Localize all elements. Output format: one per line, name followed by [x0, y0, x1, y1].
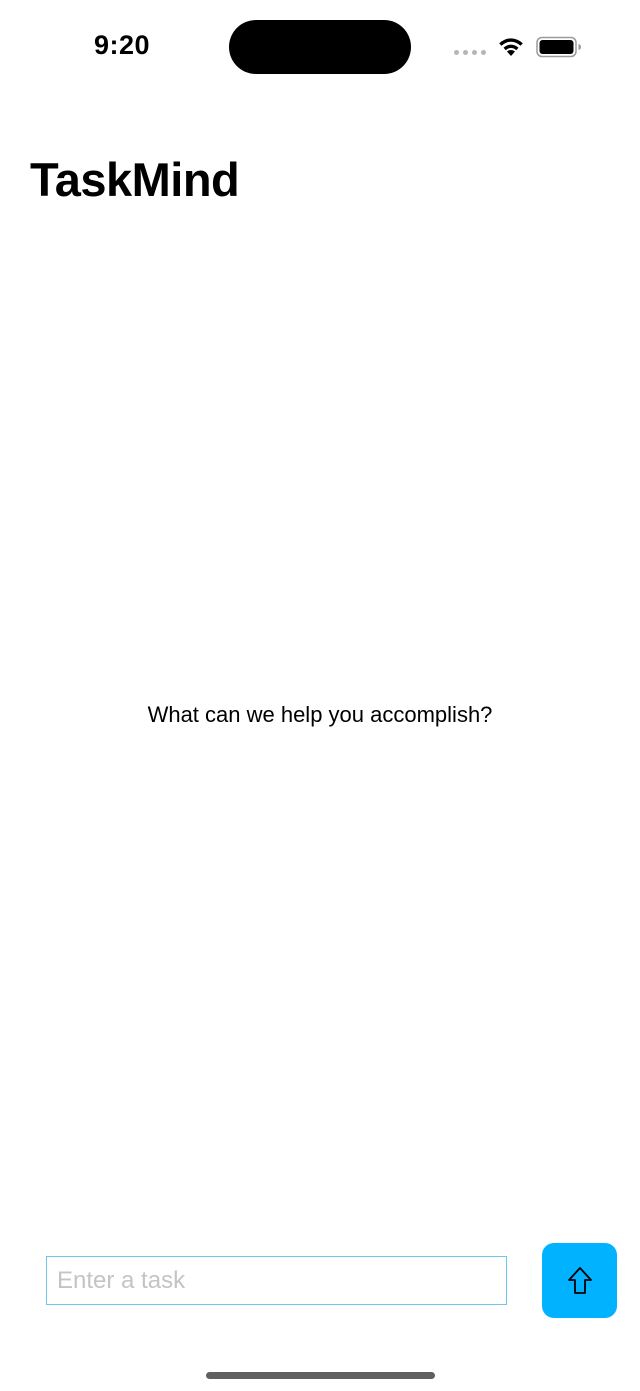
home-indicator[interactable] [206, 1372, 435, 1379]
page-title: TaskMind [30, 153, 240, 206]
empty-state-prompt: What can we help you accomplish? [147, 702, 493, 727]
arrow-up-icon [567, 1266, 592, 1294]
submit-task-button[interactable] [542, 1243, 617, 1318]
status-time: 9:20 [94, 30, 151, 60]
battery-icon [536, 36, 581, 58]
wifi-icon [499, 38, 523, 56]
cellular-signal-icon [454, 50, 486, 55]
task-input[interactable] [46, 1256, 507, 1305]
dynamic-island [229, 20, 411, 74]
